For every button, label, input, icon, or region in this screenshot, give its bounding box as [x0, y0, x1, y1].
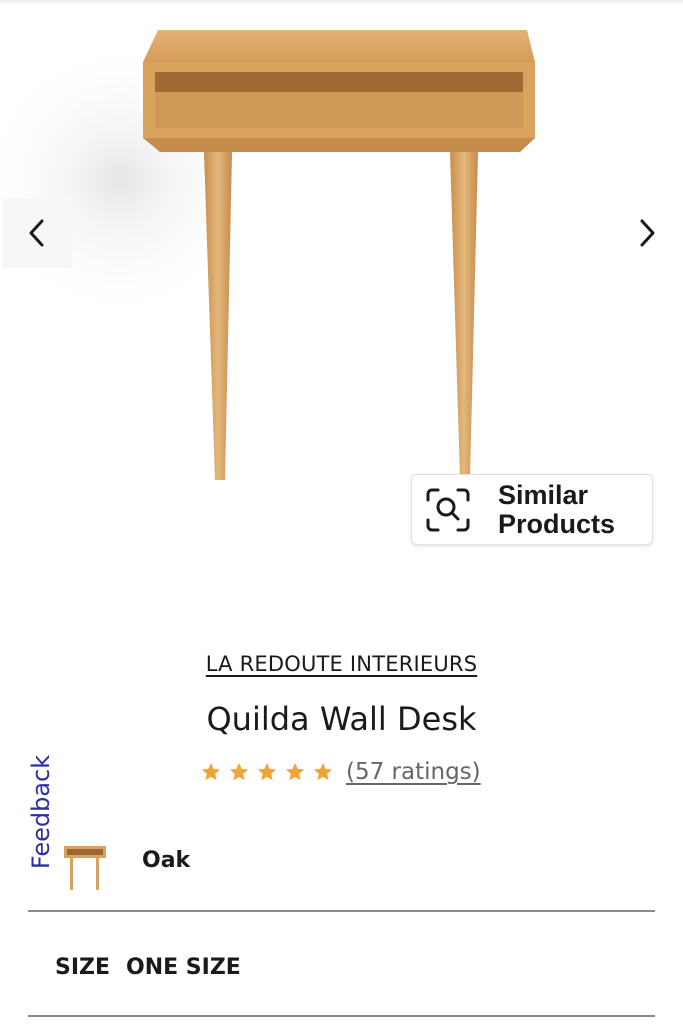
color-swatch-oak[interactable] — [62, 842, 108, 892]
chevron-left-icon — [29, 219, 44, 247]
divider — [28, 910, 655, 912]
chevron-right-icon — [640, 219, 655, 247]
product-title: Quilda Wall Desk — [206, 700, 477, 738]
star-icon — [285, 762, 305, 781]
star-icon — [257, 762, 277, 781]
color-name: Oak — [142, 848, 191, 873]
star-icon — [229, 762, 249, 781]
visual-search-icon — [426, 488, 470, 531]
feedback-label: Feedback — [27, 754, 55, 870]
star-icon — [313, 762, 333, 781]
feedback-tab[interactable]: Feedback — [25, 748, 57, 876]
divider — [28, 1015, 655, 1017]
star-icon — [201, 762, 221, 781]
ratings-count-link[interactable]: (57 ratings) — [346, 759, 481, 785]
brand-link[interactable]: LA REDOUTE INTERIEURS — [0, 652, 683, 676]
rating-stars — [200, 761, 334, 783]
next-image-button[interactable] — [612, 198, 682, 268]
similar-products-button[interactable]: Similar Products — [411, 474, 653, 545]
size-label: SIZE — [55, 955, 111, 980]
size-value: ONE SIZE — [126, 955, 241, 980]
similar-products-label: Similar Products — [498, 479, 616, 539]
previous-image-button[interactable] — [2, 198, 72, 268]
rating-row: (57 ratings) — [200, 756, 481, 788]
